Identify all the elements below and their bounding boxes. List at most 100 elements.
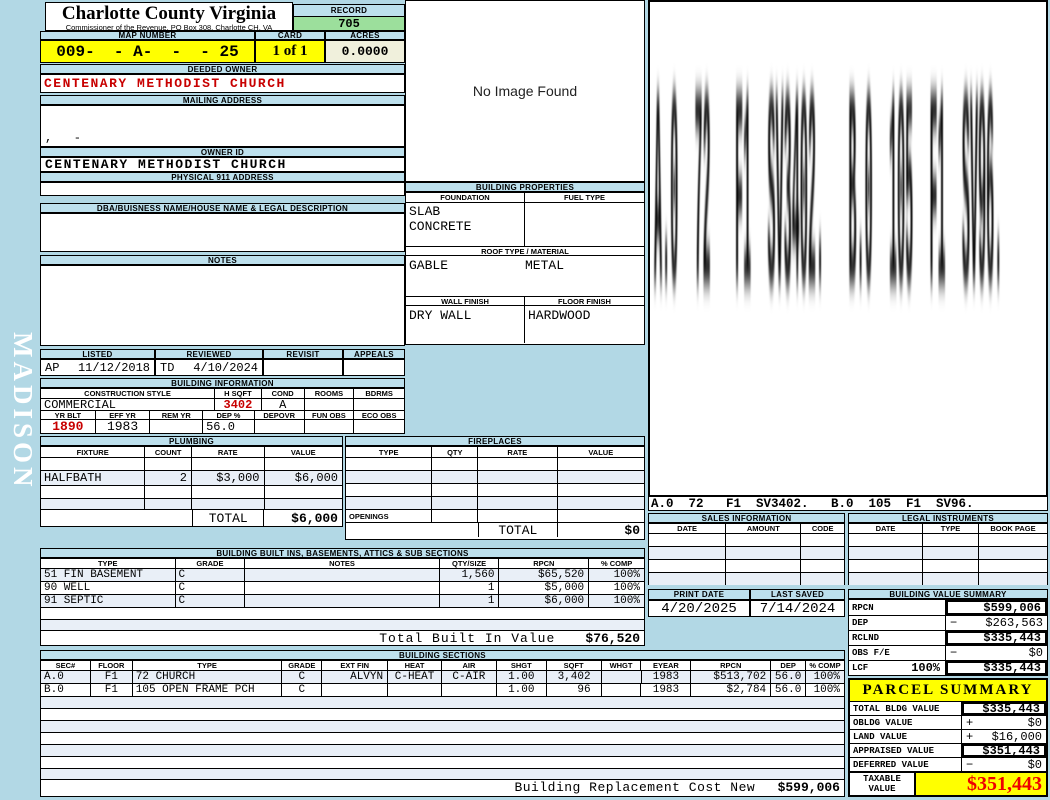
- construction-style-value[interactable]: COMMERCIAL: [41, 399, 216, 410]
- physical-911-value[interactable]: [40, 182, 405, 196]
- parcel-row: OBLDG VALUE + $0: [850, 715, 1046, 729]
- sec-cell: A.0: [41, 671, 91, 683]
- col-header: WHGT: [602, 661, 642, 670]
- rpcn-cell: $513,702: [691, 671, 772, 683]
- table-row: [346, 470, 644, 483]
- table-row: [41, 756, 844, 768]
- foundation-value-2[interactable]: CONCRETE: [409, 219, 471, 234]
- col-header: CODE: [811, 524, 834, 533]
- mailing-address-box[interactable]: , -: [40, 105, 405, 147]
- taxable-value: $351,443: [916, 773, 1046, 795]
- deeded-owner-label: DEEDED OWNER: [40, 64, 405, 74]
- floor-finish-value[interactable]: HARDWOOD: [525, 306, 644, 343]
- grade-cell: C: [282, 671, 323, 683]
- hsqft-value[interactable]: 3402: [215, 399, 262, 410]
- whgt-cell: [602, 684, 642, 696]
- fuel-type-value[interactable]: [525, 203, 644, 246]
- roof-material-value[interactable]: METAL: [525, 258, 564, 273]
- last-saved-value: 7/14/2024: [750, 600, 845, 617]
- card-label: CARD: [255, 31, 325, 40]
- qty-cell: 1: [440, 582, 500, 594]
- dep-pct-value[interactable]: 56.0: [203, 420, 255, 433]
- reviewed-value[interactable]: TD 4/10/2024: [155, 359, 263, 376]
- rcn-label: Building Replacement Cost New: [514, 780, 756, 795]
- col-header: TYPE: [133, 661, 283, 670]
- type-cell: 51 FIN BASEMENT: [41, 569, 176, 581]
- listed-value[interactable]: AP 11/12/2018: [40, 359, 155, 376]
- value-summary-table: RPCN $599,006 DEP − $263,563 RCLND $335,4…: [848, 599, 1048, 676]
- total-label: TOTAL: [191, 510, 265, 526]
- rooms-value[interactable]: [305, 399, 355, 410]
- parcel-value: $335,443: [982, 702, 1040, 715]
- col-header: EFF YR: [96, 411, 151, 419]
- col-header: SEC#: [41, 661, 91, 670]
- revisit-value[interactable]: [263, 359, 343, 376]
- dep-cell: 56.0: [771, 684, 807, 696]
- col-header: FLOOR: [91, 661, 133, 670]
- wall-finish-value[interactable]: DRY WALL: [406, 306, 525, 343]
- properties-values-row1: SLAB CONCRETE: [406, 202, 644, 246]
- col-header: FIXTURE: [41, 447, 146, 457]
- table-row: [41, 696, 844, 708]
- vs-value: $0: [1028, 646, 1043, 660]
- sketch-panel: A.0 72 F1 SV3402. B.0 105 F1 SV96.: [648, 0, 1048, 497]
- appeals-value[interactable]: [343, 359, 405, 376]
- plumbing-title: PLUMBING: [40, 436, 343, 446]
- floor-cell: F1: [91, 684, 133, 696]
- revisit-label: REVISIT: [263, 349, 343, 359]
- value-summary-row: OBS F/E − $0: [849, 645, 1047, 660]
- type-cell: 105 OPEN FRAME PCH: [133, 684, 283, 696]
- county-header: Charlotte County Virginia Commissioner o…: [45, 2, 293, 32]
- fun-obs-value[interactable]: [305, 420, 355, 433]
- value-cell: $6,000: [294, 471, 338, 485]
- extfin-cell: [322, 684, 389, 696]
- dba-value[interactable]: [40, 213, 405, 252]
- eff-yr-value[interactable]: 1983: [96, 420, 151, 433]
- foundation-value-1[interactable]: SLAB: [409, 204, 440, 219]
- parcel-value: $0: [1027, 716, 1042, 729]
- total-label: TOTAL: [478, 523, 558, 537]
- vs-label: RPCN: [852, 602, 874, 613]
- cond-value[interactable]: A: [262, 399, 305, 410]
- value-summary-row: DEP − $263,563: [849, 615, 1047, 630]
- parcel-value: $0: [1027, 758, 1042, 771]
- legal-table: DATE TYPE BOOK PAGE: [848, 523, 1048, 585]
- eco-obs-value[interactable]: [354, 420, 404, 433]
- notes-value[interactable]: [40, 265, 405, 346]
- vs-label: OBS F/E: [852, 648, 890, 658]
- value-summary-row: LCF 100% $335,443: [849, 660, 1047, 675]
- acres-label: ACRES: [325, 31, 405, 40]
- table-row: [41, 607, 644, 619]
- col-header: FOUNDATION: [406, 193, 525, 202]
- table-row: B.0 F1 105 OPEN FRAME PCH C 1.00 96 1983…: [41, 683, 844, 696]
- deeded-owner-value[interactable]: CENTENARY METHODIST CHURCH: [40, 74, 405, 93]
- bdrms-value[interactable]: [354, 399, 404, 410]
- col-header: EXT FIN: [322, 661, 389, 670]
- col-header: BOOK PAGE: [990, 524, 1036, 533]
- depovr-value[interactable]: [255, 420, 305, 433]
- mailing-address-label: MAILING ADDRESS: [40, 95, 405, 105]
- properties-values-row2: DRY WALL HARDWOOD: [406, 305, 644, 343]
- rem-yr-value[interactable]: [150, 420, 204, 433]
- plumbing-total-row: TOTAL $6,000: [41, 509, 342, 526]
- roof-type-value[interactable]: GABLE: [409, 258, 525, 273]
- table-row: [649, 533, 844, 546]
- plumbing-header-row: FIXTURE COUNT RATE VALUE: [41, 447, 342, 457]
- type-cell: 91 SEPTIC: [41, 595, 176, 607]
- map-number-value[interactable]: 009- - A- - - 25: [40, 40, 255, 63]
- table-row: [346, 496, 644, 509]
- owner-id-value[interactable]: CENTENARY METHODIST CHURCH: [40, 157, 405, 172]
- yr-blt-value[interactable]: 1890: [41, 420, 96, 433]
- parcel-value: $16,000: [991, 730, 1042, 743]
- no-image-text: No Image Found: [472, 83, 578, 99]
- card-value[interactable]: 1 of 1: [255, 40, 325, 63]
- acres-value[interactable]: 0.0000: [325, 40, 405, 63]
- vs-label: LCF: [852, 663, 869, 673]
- parcel-label: TOTAL BLDG VALUE: [850, 702, 962, 715]
- vs-value: $263,563: [985, 616, 1043, 630]
- total-label: Total Built In Value: [379, 631, 556, 645]
- comp-cell: 100%: [813, 684, 840, 696]
- col-header: WALL FINISH: [406, 297, 525, 305]
- record-value[interactable]: 705: [294, 17, 404, 31]
- building-info-table: CONSTRUCTION STYLE H SQFT COND ROOMS BDR…: [40, 388, 405, 434]
